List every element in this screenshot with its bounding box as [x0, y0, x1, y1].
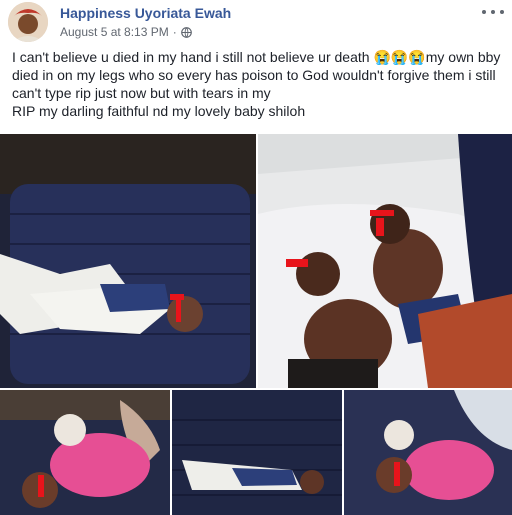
post-header: Happiness Uyoriata Ewah August 5 at 8:13…	[8, 2, 504, 42]
photo-3[interactable]	[0, 390, 170, 515]
caption-line-1: I can't believe u died in my hand i stil…	[12, 49, 501, 101]
photo-2[interactable]	[258, 134, 512, 388]
caption-line-2: RIP my darling faithful nd my lovely bab…	[12, 103, 306, 119]
globe-icon[interactable]	[180, 26, 192, 38]
post-meta: August 5 at 8:13 PM ·	[60, 25, 192, 39]
avatar[interactable]	[8, 2, 48, 42]
photo-grid	[0, 134, 512, 515]
post-timestamp[interactable]: August 5 at 8:13 PM	[60, 25, 169, 39]
photo-1[interactable]	[0, 134, 256, 388]
more-options-icon[interactable]	[482, 6, 504, 18]
photo-5[interactable]	[344, 390, 512, 515]
author-name[interactable]: Happiness Uyoriata Ewah	[60, 5, 231, 21]
post-caption: I can't believe u died in my hand i stil…	[12, 48, 504, 120]
meta-separator: ·	[172, 25, 177, 39]
photo-4[interactable]	[172, 390, 342, 515]
